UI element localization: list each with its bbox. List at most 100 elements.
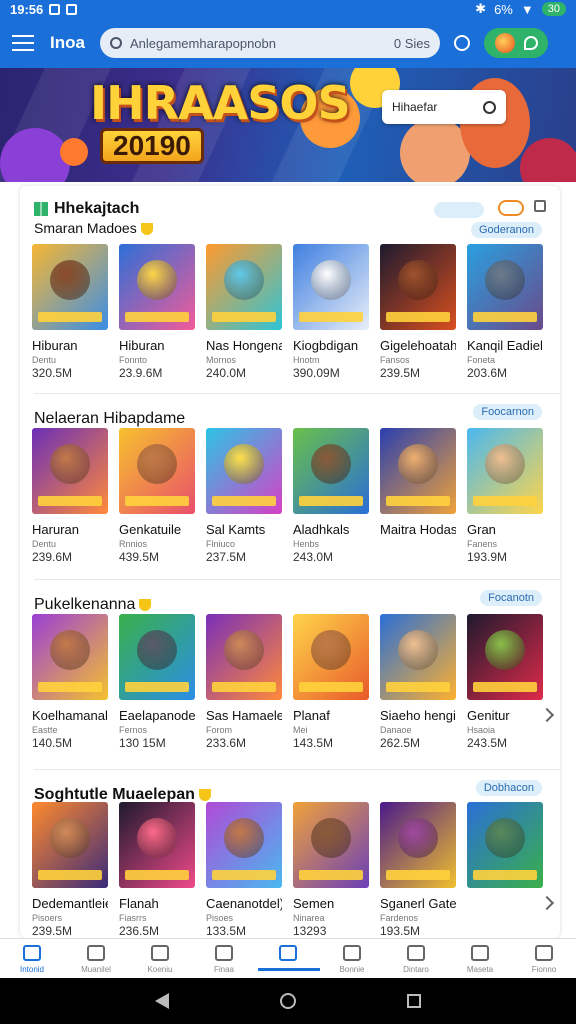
back-icon[interactable]	[155, 993, 170, 1009]
game-thumbnail[interactable]	[206, 802, 282, 888]
game-card[interactable]: Sal Kamts Flniuco 237.5M	[206, 428, 282, 564]
game-size: 243.0M	[293, 550, 334, 564]
game-thumbnail[interactable]	[206, 428, 282, 514]
search-filter[interactable]: 0 Sies	[394, 36, 430, 51]
recents-icon[interactable]	[406, 994, 421, 1008]
game-thumbnail[interactable]	[119, 802, 195, 888]
logo-band	[212, 496, 276, 506]
nav-label: Finaa	[213, 965, 234, 974]
character-art	[137, 444, 177, 485]
menu-icon[interactable]	[12, 35, 34, 51]
nav-item[interactable]: Maseta	[448, 939, 512, 978]
game-card[interactable]: Eaelapanodel) Fernos 130 15M	[119, 614, 195, 750]
game-thumbnail[interactable]	[119, 614, 195, 700]
nav-item[interactable]: Fionno	[512, 939, 576, 978]
game-thumbnail[interactable]	[119, 428, 195, 514]
game-name: Koelhamanal)	[32, 708, 108, 723]
game-card[interactable]	[467, 802, 543, 938]
game-card[interactable]: Sas Hamaele Forom 233.6M	[206, 614, 282, 750]
promo-banner[interactable]: IHRAASOS 20190 Hihaefar	[0, 68, 576, 182]
game-card[interactable]: Kanqil Eadiel) Foneta 203.6M	[467, 244, 543, 380]
game-card[interactable]: Dedemantleie) Pisoers239.5M	[32, 802, 108, 938]
game-thumbnail[interactable]	[32, 802, 108, 888]
nav-item[interactable]: Finaa	[192, 939, 256, 978]
game-size: 193.9M	[467, 550, 508, 564]
clock-icon	[151, 945, 169, 961]
character-art	[50, 818, 90, 859]
divider	[34, 393, 560, 394]
see-more-button[interactable]: Dobhacon	[475, 780, 542, 796]
nav-item[interactable]: Intonid	[0, 939, 64, 978]
game-card[interactable]: Planaf Mei 143.5M	[293, 614, 369, 750]
game-thumbnail[interactable]	[32, 614, 108, 700]
help-icon[interactable]	[454, 35, 470, 51]
see-more-button[interactable]: Foocarnon	[473, 404, 542, 420]
game-thumbnail[interactable]	[32, 428, 108, 514]
filter-chip[interactable]	[498, 200, 524, 216]
nav-item[interactable]	[256, 939, 320, 978]
game-card[interactable]: Maitra Hodask	[380, 428, 456, 564]
home-button-icon[interactable]	[279, 993, 296, 1009]
toggle-pill[interactable]	[434, 202, 484, 218]
game-thumbnail[interactable]	[119, 244, 195, 330]
game-card[interactable]: Gigelehoatah Fansos 239.5M	[380, 244, 456, 380]
game-thumbnail[interactable]	[206, 244, 282, 330]
game-thumbnail[interactable]	[380, 614, 456, 700]
character-art	[311, 444, 351, 485]
game-thumbnail[interactable]	[293, 428, 369, 514]
game-size: 130 15M	[119, 736, 166, 750]
game-thumbnail[interactable]	[293, 614, 369, 700]
avatar[interactable]	[494, 33, 515, 53]
card-row: Haruran Dentu 239.6M Genkatuile Rnnios 439.5M…	[32, 428, 543, 564]
nav-item[interactable]: Koeniu	[128, 939, 192, 978]
nav-item[interactable]: Bonnie	[320, 939, 384, 978]
game-thumbnail[interactable]	[206, 614, 282, 700]
game-thumbnail[interactable]	[467, 244, 543, 330]
game-card[interactable]: Flanah Fiasrrs 236.5M	[119, 802, 195, 938]
game-thumbnail[interactable]	[467, 802, 543, 888]
game-thumbnail[interactable]	[380, 244, 456, 330]
character-art	[311, 818, 351, 859]
game-thumbnail[interactable]	[293, 802, 369, 888]
banner-search-button[interactable]: Hihaefar	[382, 90, 506, 124]
game-size: 239.6M	[32, 550, 73, 564]
game-name: Aladhkals	[293, 522, 350, 537]
game-card[interactable]: Gran Fanens 193.9M	[467, 428, 543, 564]
section-title: Pukelkenanna	[34, 596, 152, 614]
game-thumbnail[interactable]	[467, 428, 543, 514]
logo-band	[38, 312, 102, 322]
game-size: 320.5M	[32, 366, 73, 380]
game-card[interactable]: Kiogbdigan Hnotm 390.09M	[293, 244, 369, 380]
game-card[interactable]: Haruran Dentu 239.6M	[32, 428, 108, 564]
nav-item[interactable]: Dintaro	[384, 939, 448, 978]
game-card[interactable]: Koelhamanal) Eastte 140.5M	[32, 614, 108, 750]
game-card[interactable]: Caenanotdel) Pisoes 133.5M	[206, 802, 282, 938]
game-card[interactable]: Siaeho hengi Danaoe 262.5M	[380, 614, 456, 750]
game-card[interactable]: Aladhkals Henbs 243.0M	[293, 428, 369, 564]
logo-band	[299, 682, 363, 692]
game-thumbnail[interactable]	[32, 244, 108, 330]
game-card[interactable]: Nas Hongena) Mornos 240.0M	[206, 244, 282, 380]
game-card[interactable]: Hiburan Fonnto 23.9.6M	[119, 244, 195, 380]
game-card[interactable]: Semen Ninarea 13293	[293, 802, 369, 938]
game-thumbnail[interactable]	[380, 802, 456, 888]
game-thumbnail[interactable]	[293, 244, 369, 330]
home-icon	[23, 945, 41, 961]
tab-indicator	[258, 968, 320, 971]
see-more-button[interactable]: Focanotn	[480, 590, 542, 606]
share-icon[interactable]	[534, 200, 546, 212]
game-thumbnail[interactable]	[380, 428, 456, 514]
game-thumbnail[interactable]	[467, 614, 543, 700]
logo-band	[299, 870, 363, 880]
game-card[interactable]: Hiburan Dentu 320.5M	[32, 244, 108, 380]
game-card[interactable]: Genitur Hsaoia 243.5M	[467, 614, 543, 750]
game-card[interactable]: Genkatuile Rnnios 439.5M	[119, 428, 195, 564]
search-placeholder: Anlegamemharapopnobn	[130, 35, 276, 51]
nav-item[interactable]: Muanilel	[64, 939, 128, 978]
section-recommended: Pukelkenanna Focanotn Koelhamanal) Eastte…	[20, 582, 560, 762]
search-input[interactable]: Anlegamemharapopnobn 0 Sies	[100, 28, 440, 58]
character-art	[50, 630, 90, 671]
profile-pill[interactable]	[484, 28, 548, 58]
game-card[interactable]: Sganerl Gaten Fardenos 193.5M	[380, 802, 456, 938]
see-more-button[interactable]: Goderanon	[470, 222, 542, 238]
